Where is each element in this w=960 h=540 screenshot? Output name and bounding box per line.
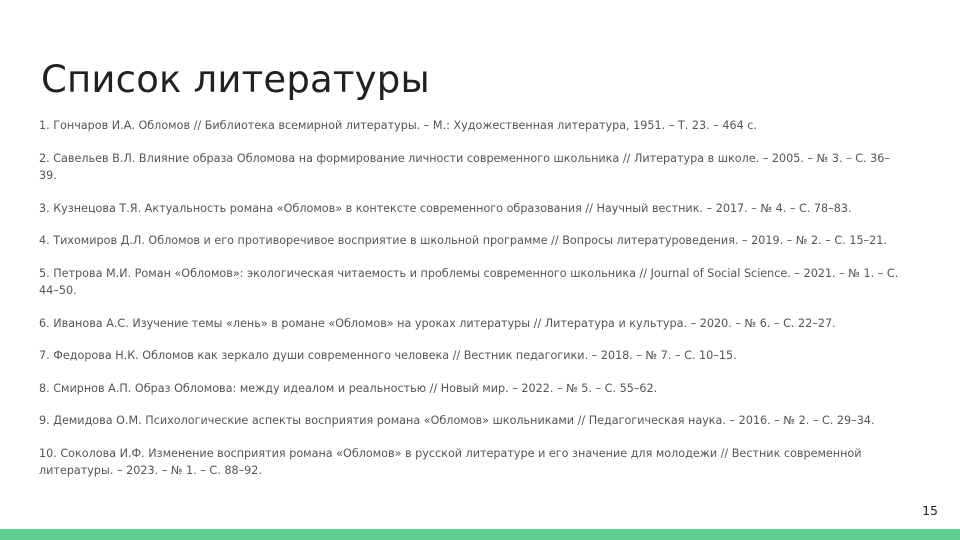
reference-item-2: 2. Савельев В.Л. Влияние образа Обломова… (39, 151, 890, 183)
page-number: 15 (922, 503, 938, 518)
reference-item-7: 7. Федорова Н.К. Обломов как зеркало душ… (39, 349, 737, 362)
reference-item-8: 8. Смирнов А.П. Образ Обломова: между ид… (39, 381, 658, 395)
reference-item-9: 9. Демидова О.М. Психологические аспекты… (39, 414, 875, 427)
reference-item-4: 4. Тихомиров Д.Л. Обломов и его противор… (39, 234, 887, 247)
reference-item-1: 1. Гончаров И.А. Обломов // Библиотека в… (39, 119, 757, 132)
slide-title: Список литературы (41, 58, 430, 101)
reference-item-3: 3. Кузнецова Т.Я. Актуальность романа «О… (39, 201, 852, 215)
reference-list: 1. Гончаров И.А. Обломов // Библиотека в… (39, 117, 901, 495)
bottom-accent-bar (0, 529, 960, 540)
reference-item-5: 5. Петрова М.И. Роман «Обломов»: экологи… (39, 266, 899, 298)
reference-item-6: 6. Иванова А.С. Изучение темы «лень» в р… (39, 316, 836, 330)
reference-item-10: 10. Соколова И.Ф. Изменение восприятия р… (39, 446, 862, 478)
